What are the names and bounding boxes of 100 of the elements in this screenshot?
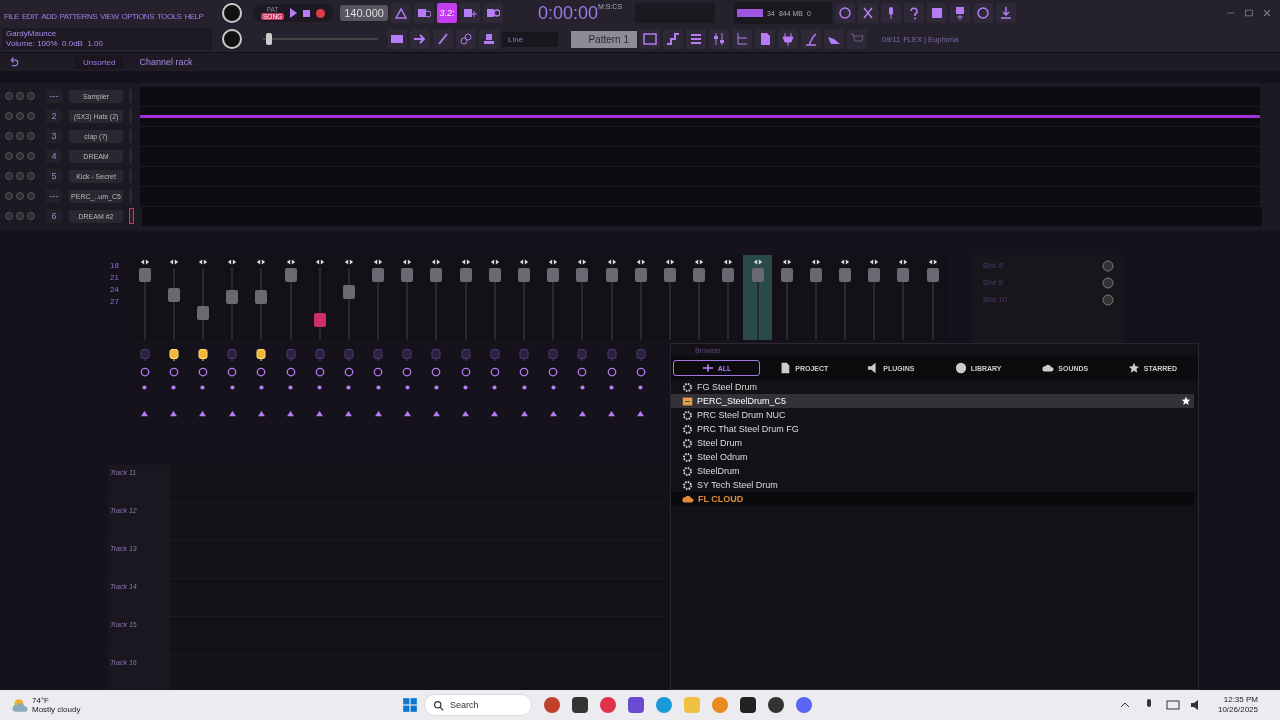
- fader-thumb[interactable]: [926, 268, 939, 283]
- fader-thumb[interactable]: [430, 268, 443, 283]
- fader-thumb[interactable]: [634, 268, 647, 283]
- step-icon[interactable]: [663, 29, 683, 49]
- menu-item[interactable]: FILE: [4, 11, 19, 21]
- mic-stand-icon[interactable]: [801, 29, 821, 49]
- fader-thumb[interactable]: [547, 268, 560, 283]
- menu-item[interactable]: HELP: [184, 11, 204, 21]
- master-volume-knob[interactable]: [222, 3, 242, 23]
- fader-thumb[interactable]: [605, 268, 618, 283]
- menu-item[interactable]: VIEW: [100, 11, 119, 21]
- save-icon[interactable]: [927, 3, 948, 23]
- fader-thumb[interactable]: [751, 268, 764, 283]
- volume-knob[interactable]: [27, 192, 35, 200]
- volume-knob[interactable]: [27, 112, 35, 120]
- menu-item[interactable]: OPTIONS: [121, 11, 154, 21]
- browser-item[interactable]: SteelDrum: [671, 464, 1194, 478]
- menu-item[interactable]: ADD: [41, 11, 57, 21]
- fader-thumb[interactable]: [722, 268, 735, 283]
- filter-selector[interactable]: Unsorted: [75, 55, 124, 69]
- stop-icon[interactable]: [303, 9, 311, 17]
- pitch-knob[interactable]: [222, 29, 242, 49]
- fader-thumb[interactable]: [226, 289, 239, 304]
- select-indicator[interactable]: [129, 208, 134, 224]
- fader-thumb[interactable]: [488, 268, 501, 283]
- browser-item[interactable]: FL CLOUD: [671, 492, 1194, 506]
- fader-thumb[interactable]: [576, 268, 589, 283]
- fader-thumb[interactable]: [663, 268, 676, 283]
- overdub-button[interactable]: [459, 3, 480, 23]
- fader-thumb[interactable]: [167, 288, 180, 303]
- pan-knob[interactable]: [16, 152, 24, 160]
- plug-icon[interactable]: [255, 348, 268, 362]
- fader-thumb[interactable]: [839, 268, 852, 283]
- metronome-button[interactable]: [390, 3, 411, 23]
- weather-temperature[interactable]: 74°F: [32, 696, 81, 705]
- pan-knob[interactable]: [16, 132, 24, 140]
- slider-thumb[interactable]: [265, 33, 272, 45]
- fader-thumb[interactable]: [693, 268, 706, 283]
- volume-knob[interactable]: [27, 92, 35, 100]
- search-field[interactable]: Search: [424, 694, 532, 716]
- browser-item[interactable]: SY Tech Steel Drum: [671, 478, 1194, 492]
- fader-thumb[interactable]: [372, 268, 385, 283]
- stamp-icon[interactable]: [479, 29, 499, 49]
- mixer-track-number[interactable]: 6: [46, 209, 62, 223]
- keyboard-icon[interactable]: [387, 29, 407, 49]
- mixer-track-number[interactable]: 2: [46, 109, 62, 123]
- pattern-selector[interactable]: Pattern 1: [571, 30, 637, 48]
- mute-toggle[interactable]: [5, 192, 13, 200]
- window-icon[interactable]: [640, 29, 660, 49]
- mute-toggle[interactable]: [5, 172, 13, 180]
- fader-thumb[interactable]: [809, 268, 822, 283]
- loop-button[interactable]: [482, 3, 503, 23]
- fader-thumb[interactable]: [401, 268, 414, 283]
- fader-thumb[interactable]: [284, 268, 297, 283]
- pan-knob[interactable]: [16, 212, 24, 220]
- snap-selector[interactable]: Line: [502, 31, 558, 47]
- volume-knob[interactable]: [27, 132, 35, 140]
- pan-knob[interactable]: [16, 92, 24, 100]
- pan-knob[interactable]: [16, 192, 24, 200]
- mute-toggle[interactable]: [5, 132, 13, 140]
- fader-thumb[interactable]: [518, 268, 531, 283]
- weather-text[interactable]: Mostly cloudy: [32, 705, 81, 714]
- fader-thumb[interactable]: [313, 312, 326, 327]
- wait-button[interactable]: [413, 3, 434, 23]
- browser-item[interactable]: Steel Drum: [671, 436, 1194, 450]
- mixer-strip[interactable]: [742, 255, 773, 340]
- app-icon[interactable]: [768, 697, 784, 713]
- plug-icon[interactable]: [167, 348, 180, 362]
- folder-tree-icon[interactable]: [732, 29, 752, 49]
- fader-thumb[interactable]: [780, 268, 793, 283]
- clock-date[interactable]: 10/26/2025: [1217, 705, 1258, 715]
- mixer-track-number[interactable]: 4: [46, 149, 62, 163]
- mixer-track-number[interactable]: ---: [46, 189, 62, 203]
- menu-item[interactable]: EDIT: [21, 11, 39, 21]
- browser-item[interactable]: PERC_SteelDrum_C5: [671, 394, 1194, 408]
- browser-item[interactable]: Steel Odrum: [671, 450, 1194, 464]
- fader-thumb[interactable]: [459, 268, 472, 283]
- pan-knob[interactable]: [16, 172, 24, 180]
- menu-item[interactable]: TOOLS: [157, 11, 182, 21]
- mute-toggle[interactable]: [5, 152, 13, 160]
- browser-item[interactable]: PRC Steel Drum NUC: [671, 408, 1194, 422]
- app-icon[interactable]: [740, 697, 756, 713]
- mute-toggle[interactable]: [5, 112, 13, 120]
- volume-knob[interactable]: [27, 172, 35, 180]
- scissors-icon[interactable]: [858, 3, 879, 23]
- mixer-track-number[interactable]: 3: [46, 129, 62, 143]
- mute-toggle[interactable]: [5, 92, 13, 100]
- volume-knob[interactable]: [27, 152, 35, 160]
- star-icon[interactable]: [1181, 396, 1191, 406]
- fader-thumb[interactable]: [868, 268, 881, 283]
- sliders-icon[interactable]: [709, 29, 729, 49]
- pan-knob[interactable]: [16, 112, 24, 120]
- mute-toggle[interactable]: [5, 212, 13, 220]
- volume-knob[interactable]: [27, 212, 35, 220]
- download-icon[interactable]: [996, 3, 1017, 23]
- record-button[interactable]: [316, 8, 326, 18]
- microphone-icon[interactable]: [881, 3, 902, 23]
- fader-thumb[interactable]: [196, 305, 209, 320]
- document-icon[interactable]: [755, 29, 775, 49]
- browser-item[interactable]: PRC That Steel Drum FG: [671, 422, 1194, 436]
